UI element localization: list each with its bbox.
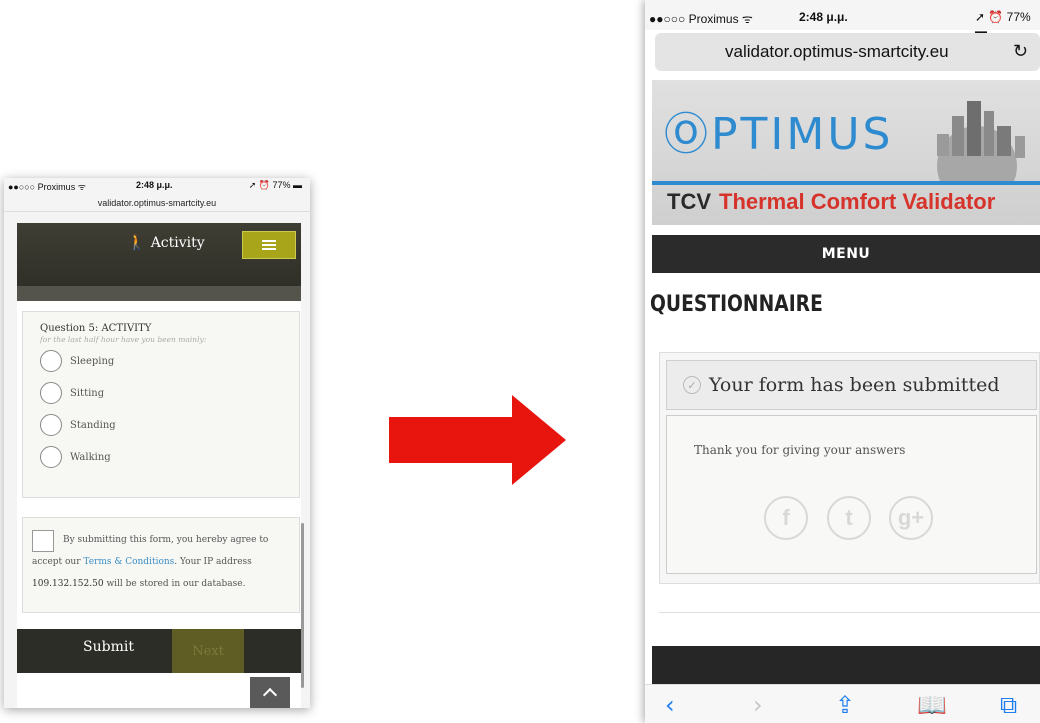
tabs-icon[interactable]: ⧉ (1000, 691, 1017, 719)
option-label: Sleeping (70, 355, 115, 367)
site-title-text: Thermal Comfort Validator (719, 189, 996, 214)
hamburger-icon (262, 240, 276, 250)
share-icon[interactable]: ⇪ (835, 691, 855, 719)
city-skyline-icon (937, 101, 1025, 181)
submitted-header: ✓ Your form has been submitted (666, 360, 1037, 410)
chevron-up-icon (262, 687, 278, 703)
page-content: 🚶 Activity Question 5: ACTIVITY for the l… (17, 223, 301, 708)
radio-button[interactable] (40, 350, 62, 372)
browser-toolbar: ‹ › ⇪ 📖 ⧉ (645, 684, 1040, 723)
scrollbar[interactable] (301, 523, 304, 688)
menu-bar[interactable]: MENU (652, 235, 1040, 273)
scroll-top-button[interactable] (250, 677, 290, 708)
option-label: Walking (70, 451, 111, 463)
site-title-prefix: TCV (667, 189, 711, 214)
divider (659, 612, 1040, 613)
status-bar: ●●○○○ Proximus ᯤ 2:48 μ.μ. ➚ ⏰ 77% ▬ (4, 178, 310, 192)
menu-button[interactable] (242, 231, 296, 259)
carrier-label: ●●○○○ Proximus ᯤ (649, 12, 753, 26)
submit-button[interactable]: Submit (83, 639, 134, 655)
twitter-icon[interactable]: t (827, 496, 871, 540)
person-icon: 🚶 (127, 233, 146, 251)
option-sleeping[interactable]: Sleeping (40, 350, 114, 372)
option-label: Standing (70, 419, 116, 431)
option-walking[interactable]: Walking (40, 446, 111, 468)
address-bar[interactable]: validator.optimus-smartcity.eu (4, 192, 310, 212)
site-banner: ⓄPTIMUS TCV Thermal Comfort Validator (652, 80, 1040, 225)
optimus-logo[interactable]: ⓄPTIMUS (664, 98, 893, 162)
left-phone-screenshot: ●●○○○ Proximus ᯤ 2:48 μ.μ. ➚ ⏰ 77% ▬ val… (4, 178, 310, 708)
right-arrow-icon (389, 395, 566, 485)
section-title-label: Activity (150, 235, 205, 251)
bookmarks-icon[interactable]: 📖 (917, 691, 947, 719)
status-bar: ●●○○○ Proximus ᯤ 2:48 μ.μ. ➚ ⏰ 77% ▬ (645, 0, 1040, 38)
site-title: TCV Thermal Comfort Validator (667, 189, 995, 215)
submitted-message: Your form has been submitted (709, 374, 1000, 396)
url-text: validator.optimus-smartcity.eu (97, 198, 217, 208)
url-text: validator.optimus-smartcity.eu (725, 42, 949, 61)
check-circle-icon: ✓ (683, 376, 701, 394)
terms-text: By submitting this form, you hereby agre… (32, 529, 292, 595)
radio-button[interactable] (40, 382, 62, 404)
google-plus-icon[interactable]: g+ (889, 496, 933, 540)
battery-indicator: ➚ ⏰ 77% ▬ (248, 180, 302, 190)
clock: 2:48 μ.μ. (799, 10, 848, 24)
address-bar[interactable]: validator.optimus-smartcity.eu ↻ (655, 33, 1040, 71)
terms-link[interactable]: Terms & Conditions (83, 557, 174, 567)
terms-text-post: will be stored in our database. (103, 579, 246, 589)
option-sitting[interactable]: Sitting (40, 382, 104, 404)
question-subtitle: for the last half hour have you been mai… (40, 335, 207, 344)
clock: 2:48 μ.μ. (136, 180, 173, 190)
radio-button[interactable] (40, 414, 62, 436)
next-button[interactable]: Next (172, 629, 244, 673)
section-header: 🚶 Activity (17, 223, 301, 301)
back-icon[interactable]: ‹ (665, 691, 675, 719)
thanks-card: Thank you for giving your answers f t g+ (666, 415, 1037, 574)
site-footer (652, 646, 1040, 684)
terms-card: By submitting this form, you hereby agre… (22, 517, 300, 613)
forward-icon[interactable]: › (753, 691, 763, 719)
question-card: Question 5: ACTIVITY for the last half h… (22, 311, 300, 498)
thanks-message: Thank you for giving your answers (694, 443, 906, 457)
facebook-icon[interactable]: f (764, 496, 808, 540)
radio-button[interactable] (40, 446, 62, 468)
section-title: 🚶 Activity (127, 233, 205, 251)
header-band (17, 286, 301, 301)
terms-text-mid: . Your IP address (174, 557, 252, 567)
right-phone-screenshot: ●●○○○ Proximus ᯤ 2:48 μ.μ. ➚ ⏰ 77% ▬ val… (645, 0, 1040, 723)
form-footer: Submit Next (17, 629, 301, 673)
question-title: Question 5: ACTIVITY (40, 323, 152, 334)
ip-address: 109.132.152.50 (32, 579, 104, 589)
option-standing[interactable]: Standing (40, 414, 116, 436)
reload-icon[interactable]: ↻ (1013, 41, 1028, 62)
banner-divider (652, 181, 1040, 185)
page-title: QUESTIONNAIRE (650, 292, 823, 317)
option-label: Sitting (70, 387, 105, 399)
